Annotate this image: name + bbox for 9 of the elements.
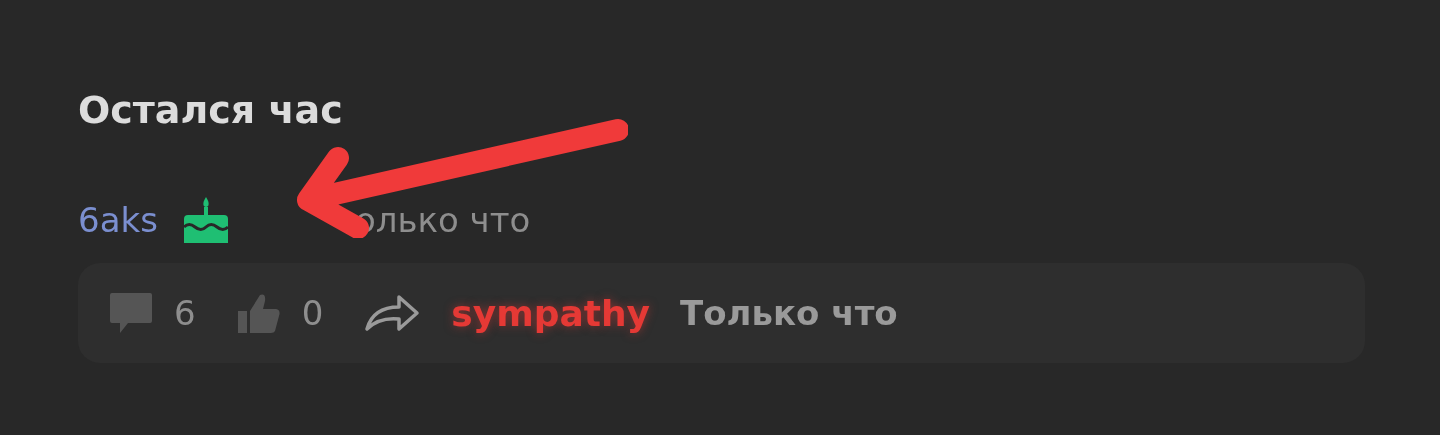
comment-icon[interactable] bbox=[108, 291, 154, 335]
author-link[interactable]: 6aks bbox=[78, 200, 158, 240]
share-arrow-icon[interactable] bbox=[363, 293, 422, 333]
like-count: 0 bbox=[301, 293, 324, 333]
footer-time: Только что bbox=[680, 293, 898, 333]
post-title: Остался час bbox=[78, 87, 344, 134]
comment-count: 6 bbox=[174, 293, 196, 333]
cake-icon bbox=[181, 195, 230, 245]
tag-link[interactable]: sympathy bbox=[451, 292, 651, 334]
